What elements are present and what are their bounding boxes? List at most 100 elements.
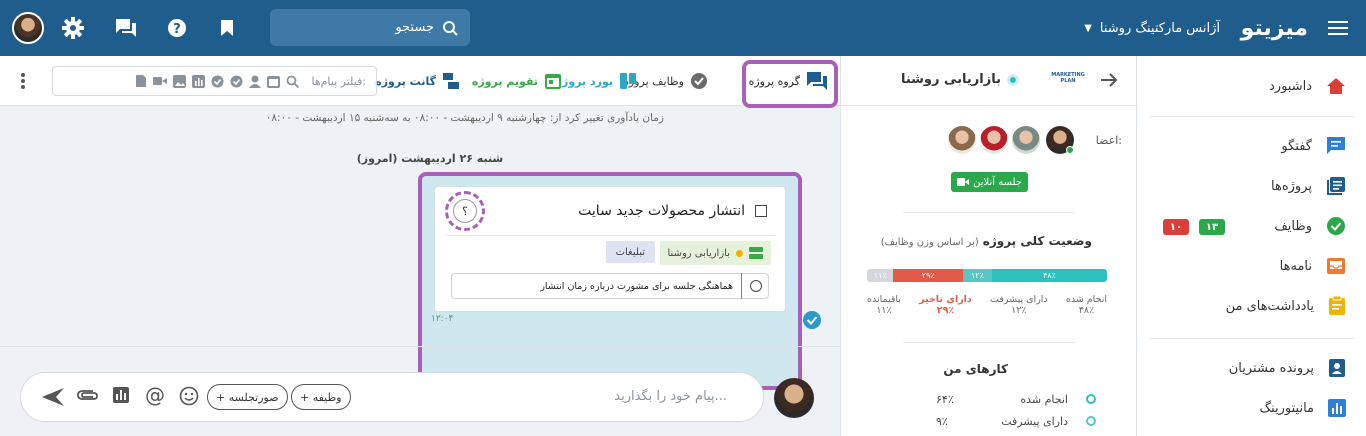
member-avatar[interactable] (948, 126, 976, 154)
video-icon[interactable] (153, 76, 168, 86)
divider (0, 346, 840, 347)
legend-label: دارای تاخیر (919, 294, 972, 305)
status-title: وضعیت کلی پروژه (982, 234, 1092, 248)
tab-project-gantt[interactable]: گانت پروژه (375, 56, 460, 106)
progress-segment: ۴۸٪ (991, 269, 1107, 282)
check-icon[interactable] (230, 75, 243, 88)
progress-legend: انجام شده ۴۸٪ دارای پیشرفت ۱۲٪ دارای تاخیر ۲۹… (867, 294, 1107, 316)
members-label: اعضا: (1095, 134, 1122, 147)
tab-highlight (742, 60, 838, 108)
task-card[interactable]: انتشار محصولات جدید سایت ؟ بازاریابی روش… (434, 186, 786, 312)
category-tag[interactable]: تبلیغات (605, 241, 655, 263)
sidebar-item-label: پروژه‌ها (1271, 178, 1312, 194)
sidebar-item-mail[interactable]: نامه‌ها (1136, 246, 1366, 286)
project-tag[interactable]: بازاریابی روشنا (659, 241, 771, 265)
subtask-row[interactable]: هماهنگی جلسه برای مشورت درباره زمان انتش… (451, 273, 769, 299)
project-status-dot-icon (1007, 73, 1019, 86)
person-icon[interactable] (249, 75, 262, 88)
sidebar-item-projects[interactable]: پروژه‌ها (1136, 166, 1366, 206)
calendar-icon[interactable] (267, 75, 281, 88)
tasks-icon (691, 73, 707, 89)
add-task-button[interactable]: + وظیفه (291, 384, 351, 410)
online-meeting-button[interactable]: جلسه آنلاین (951, 172, 1028, 192)
gear-icon[interactable] (62, 0, 84, 56)
project-logo: MARKETING PLAN (1051, 72, 1085, 84)
calendar-icon (545, 74, 561, 89)
legend-value: ۴۸٪ (1078, 305, 1095, 316)
search-icon[interactable] (286, 75, 300, 88)
subtask-checkbox[interactable] (750, 280, 762, 292)
member-avatar[interactable] (1046, 126, 1074, 154)
divider (445, 235, 775, 236)
main-sidebar: داشبورد گفتگو پروژه‌ها وظایف ۱۳ ۱۰ نامه‌… (1136, 56, 1366, 436)
file-icon[interactable] (135, 74, 147, 88)
attach-icon[interactable] (77, 387, 99, 406)
sidebar-item-label: مانیتورینگ (1259, 400, 1314, 416)
assignee-placeholder[interactable]: ؟ (445, 191, 485, 231)
subtask-label: هماهنگی جلسه برای مشورت درباره زمان انتش… (540, 280, 733, 292)
message-time: ۱۲:۰۴ (431, 314, 454, 324)
help-icon[interactable]: ? (167, 0, 187, 56)
project-progress-bar: ۴۸٪ ۱۲٪ ۲۹٪ ۱۱٪ (867, 269, 1107, 282)
my-task-label: انجام شده (1020, 392, 1068, 406)
search-icon (442, 20, 458, 36)
image-icon[interactable] (173, 74, 187, 88)
chat-icon (1327, 137, 1345, 154)
sidebar-item-notes[interactable]: یادداشت‌های من (1136, 286, 1366, 326)
approve-icon[interactable] (211, 75, 224, 88)
project-board-icon (749, 247, 763, 259)
legend-label: دارای پیشرفت (990, 294, 1048, 305)
poll-icon[interactable] (113, 387, 129, 406)
task-checkbox[interactable] (755, 205, 767, 217)
tab-project-calendar[interactable]: تقویم پروژه (472, 56, 562, 106)
project-panel: بازاریابی روشنا MARKETING PLAN اعضا: جلس… (840, 56, 1137, 436)
divider (903, 342, 1075, 343)
user-avatar[interactable] (12, 0, 44, 56)
legend-value: ۲۹٪ (936, 305, 955, 316)
send-icon[interactable] (41, 386, 65, 411)
mail-icon (1327, 258, 1345, 274)
menu-icon[interactable] (1328, 0, 1348, 56)
member-avatar[interactable] (980, 126, 1008, 154)
search-box[interactable] (270, 9, 470, 46)
tasks-overdue-badge: ۱۰ (1163, 219, 1189, 235)
chat-icon[interactable] (115, 0, 137, 56)
progress-legend-item: دارای پیشرفت ۱۲٪ (990, 294, 1048, 316)
more-vertical-icon[interactable] (20, 72, 26, 93)
progress-segment: ۲۹٪ (893, 269, 964, 282)
bookmark-icon[interactable] (220, 0, 234, 56)
filter-label: فیلتر پیام‌ها: (311, 74, 366, 88)
chevron-down-icon: ▼ (1084, 22, 1092, 34)
svg-text:?: ? (173, 22, 181, 37)
chart-icon[interactable] (192, 74, 206, 88)
message-input[interactable]: پیام خود را بگذارید... (614, 389, 727, 404)
check-circle-icon (1327, 217, 1345, 235)
home-icon (1327, 78, 1345, 94)
projects-icon (1327, 177, 1345, 195)
back-arrow-icon[interactable] (1099, 70, 1119, 93)
sidebar-item-contacts[interactable]: پرونده مشتریان (1136, 348, 1366, 388)
message-composer[interactable]: پیام خود را بگذارید... + وظیفه + صورتجلس… (20, 372, 764, 422)
tab-project-board[interactable]: بورد پروژه (556, 56, 637, 106)
sidebar-item-dashboard[interactable]: داشبورد (1136, 66, 1366, 106)
my-task-row: دارای پیشرفت ۹٪ (876, 410, 1096, 432)
status-subtitle: (بر اساس وزن وظایف) (880, 237, 979, 248)
sidebar-item-monitoring[interactable]: مانیتورینگ (1136, 388, 1366, 428)
emoji-icon[interactable] (179, 386, 199, 409)
search-input[interactable] (294, 20, 434, 35)
board-icon (620, 73, 636, 89)
mention-icon[interactable]: @ (145, 383, 165, 407)
add-minutes-button[interactable]: + صورتجلسه (207, 384, 288, 410)
reminder-message: زمان یادآوری تغییر کرد از: چهارشنبه ۹ ار… (265, 112, 664, 124)
member-avatar[interactable] (1012, 126, 1040, 154)
tab-label: تقویم پروژه (471, 74, 538, 88)
status-dot-icon (1086, 394, 1096, 404)
composer-avatar (774, 378, 814, 418)
app-logo[interactable]: میزیتو (1241, 0, 1308, 56)
divider (1149, 116, 1354, 117)
workspace-selector[interactable]: ▼ آژانس مارکتینگ روشنا (1084, 0, 1220, 56)
message-status-icon (802, 310, 822, 333)
divider (1149, 338, 1354, 339)
sidebar-item-chat[interactable]: گفتگو (1136, 126, 1366, 166)
top-header: میزیتو ▼ آژانس مارکتینگ روشنا ? (0, 0, 1366, 56)
